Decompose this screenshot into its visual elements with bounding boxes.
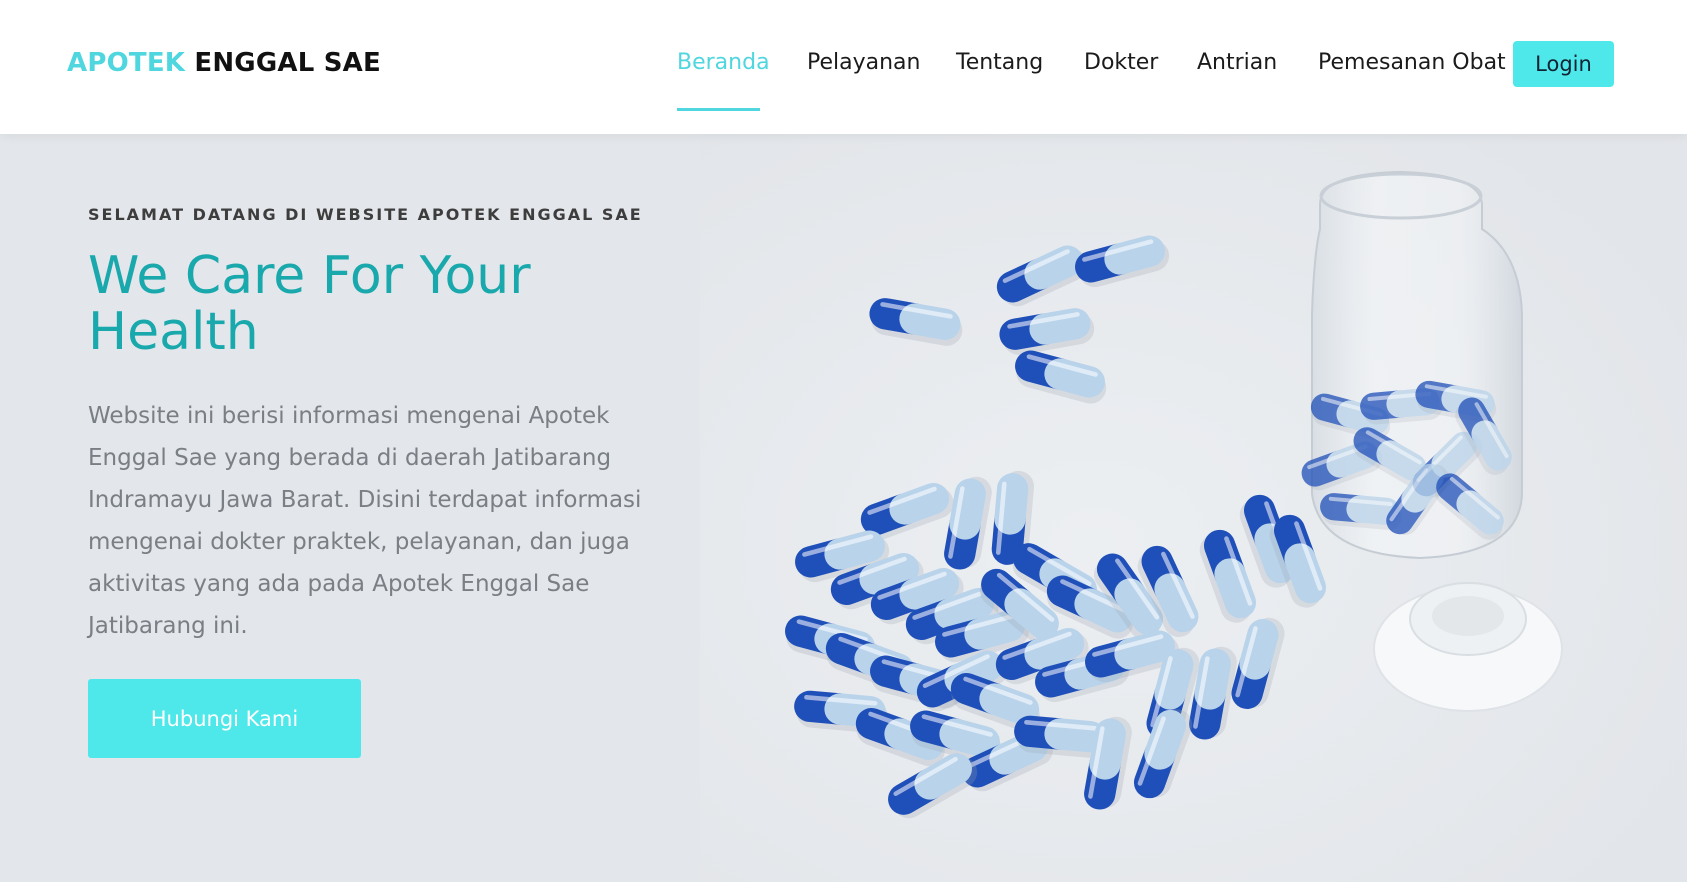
brand-part-2: ENGGAL SAE	[194, 48, 381, 78]
nav-item-dokter[interactable]: Dokter	[1084, 50, 1158, 75]
nav-item-beranda[interactable]: Beranda	[677, 50, 770, 75]
login-button[interactable]: Login	[1513, 41, 1614, 87]
top-navbar: APOTEK ENGGAL SAE Beranda Pelayanan Tent…	[0, 0, 1687, 134]
nav-item-tentang[interactable]: Tentang	[956, 50, 1043, 75]
hero-description: Website ini berisi informasi mengenai Ap…	[88, 403, 642, 639]
nav-item-pelayanan[interactable]: Pelayanan	[807, 50, 920, 75]
capsules-and-jar-image	[700, 134, 1687, 882]
brand-logo[interactable]: APOTEK ENGGAL SAE	[67, 48, 381, 78]
contact-us-button[interactable]: Hubungi Kami	[88, 679, 361, 758]
hero-title: We Care For Your Health	[88, 246, 531, 362]
active-nav-indicator	[677, 108, 760, 111]
nav-item-antrian[interactable]: Antrian	[1197, 50, 1277, 75]
brand-part-1: APOTEK	[67, 48, 186, 78]
nav-item-pemesanan-obat[interactable]: Pemesanan Obat	[1318, 50, 1506, 75]
hero-eyebrow: SELAMAT DATANG DI WEBSITE APOTEK ENGGAL …	[88, 205, 643, 224]
